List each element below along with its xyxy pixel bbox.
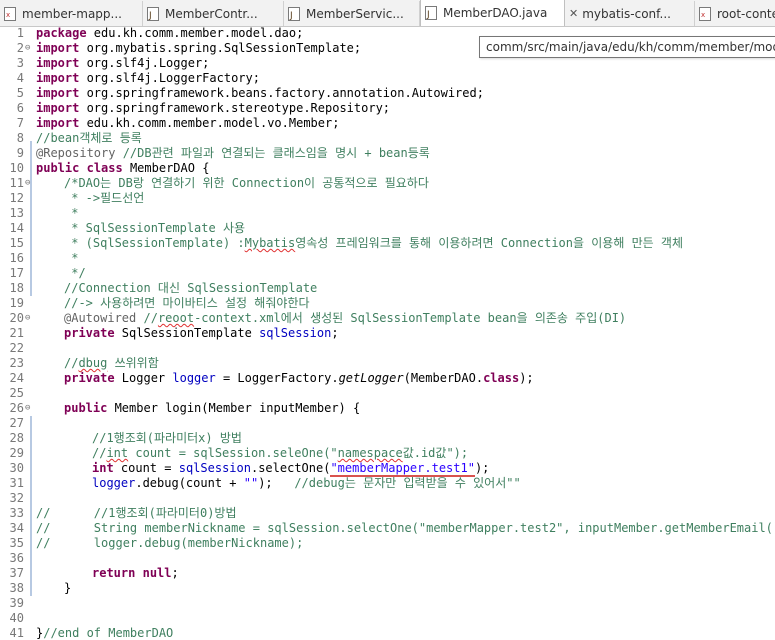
code-line: 28//1행조회(파라미터x) 방법	[9, 431, 242, 445]
svg-text:x: x	[6, 11, 10, 19]
code-line: 36	[9, 551, 24, 565]
code-line: 6 import org.springframework.stereotype.R…	[16, 101, 391, 115]
svg-text:x: x	[701, 11, 705, 19]
code-line: 13 *	[9, 206, 79, 220]
fold-collapse-icon[interactable]: ⊖	[25, 41, 30, 56]
code-line: 39	[9, 596, 24, 610]
code-line: 8//bean객체로 등록	[16, 131, 142, 145]
tab-member-controller[interactable]: J MemberContr...	[143, 1, 284, 26]
fold-collapse-icon[interactable]: ⊖	[25, 176, 30, 191]
xml-file-icon: x	[699, 6, 711, 21]
code-line: 19//-> 사용하려면 마이바티스 설정 해줘야한다	[9, 296, 310, 310]
fold-collapse-icon[interactable]: ⊖	[25, 311, 30, 326]
code-line: 41}//end of MemberDAO	[9, 626, 174, 640]
code-line: 17 */	[9, 266, 86, 280]
java-file-icon: J	[147, 6, 159, 21]
tab-mybatis-config[interactable]: ✕ mybatis-conf...	[565, 1, 695, 26]
tab-label: MemberContr...	[165, 6, 258, 21]
tab-label: root-context...	[717, 6, 775, 21]
code-line: 29//int count = sqlSession.seleOne("name…	[9, 446, 469, 460]
code-line: 24 private Logger logger = LoggerFactory.…	[9, 371, 534, 385]
file-path-tooltip: comm/src/main/java/edu/kh/comm/member/mo…	[479, 36, 775, 58]
tab-member-dao[interactable]: J MemberDAO.java	[420, 0, 565, 26]
code-line: 12 * ->필드선언	[9, 191, 145, 205]
code-line: 33// //1행조회(파라미터0)방법	[9, 506, 237, 520]
code-line: 4 import org.slf4j.LoggerFactory;	[16, 71, 260, 85]
code-line: 38}	[9, 581, 72, 595]
tab-member-service[interactable]: J MemberServic...	[284, 1, 420, 26]
code-line: 27	[9, 416, 24, 430]
tab-member-mapper[interactable]: x member-mapp...	[0, 1, 143, 26]
code-line: 7 import edu.kh.comm.member.model.vo.Memb…	[16, 116, 340, 130]
java-file-icon: J	[425, 6, 437, 20]
code-line: 26 ⊖ public Member login(Member inputMembe…	[9, 401, 361, 416]
code-line: 35// logger.debug(memberNickname);	[9, 536, 304, 550]
svg-text:J: J	[426, 10, 430, 20]
code-line: 31 logger.debug(count + ""); //debug는 문자만…	[9, 476, 521, 490]
code-line: 18//Connection 대신 SqlSessionTemplate	[9, 281, 318, 295]
tab-root-context[interactable]: x root-context...	[695, 1, 775, 26]
code-line: 15 * (SqlSessionTemplate) :Mybatis영속성 프레…	[9, 236, 683, 250]
fold-collapse-icon[interactable]: ⊖	[25, 401, 30, 416]
code-line: 22	[9, 341, 24, 355]
code-line: 37 return null;	[9, 566, 179, 580]
code-line: 23//dbug 쓰위위함	[9, 356, 159, 370]
code-line: 5 import org.springframework.beans.factor…	[16, 86, 484, 100]
tab-label: mybatis-conf...	[582, 6, 671, 21]
code-line: 3 import org.slf4j.Logger;	[16, 56, 210, 70]
tab-label: member-mapp...	[22, 6, 122, 21]
code-line: 20 ⊖ @Autowired //reoot-context.xml에서 생성된 …	[9, 311, 627, 326]
eclipse-editor-window: x member-mapp... J MemberContr... J Memb…	[0, 0, 775, 640]
code-line: 21 private SqlSessionTemplate sqlSession;	[9, 326, 339, 340]
code-line: 32	[9, 491, 24, 505]
svg-text:J: J	[289, 11, 293, 21]
code-line: 30 int count = sqlSession.selectOne("memb…	[9, 461, 490, 477]
code-line: 14 * SqlSessionTemplate 사용	[9, 221, 246, 235]
tab-label: MemberServic...	[306, 6, 404, 21]
code-line: 11 ⊖/*DAO는 DB랑 연결하기 위한 Connection이 공통적으로 …	[9, 176, 429, 191]
svg-text:J: J	[148, 11, 152, 21]
code-line: 16 *	[9, 251, 79, 265]
code-line: 25	[9, 386, 24, 400]
editor-tab-bar: x member-mapp... J MemberContr... J Memb…	[0, 0, 775, 27]
code-editor[interactable]: 1 package edu.kh.comm.member.model.dao; 2…	[0, 26, 775, 640]
java-file-icon: J	[288, 6, 300, 21]
code-line: 40	[9, 611, 24, 625]
code-line: 10 public class MemberDAO {	[9, 161, 210, 175]
close-icon[interactable]: ✕	[569, 7, 578, 20]
code-line: 34// String memberNickname = sqlSession.…	[9, 521, 775, 535]
tab-label: MemberDAO.java	[443, 6, 548, 20]
xml-file-icon: x	[4, 6, 16, 21]
code-line: 9 @Repository //DB관련 파일과 연결되는 클래스임을 명시 + …	[16, 146, 430, 160]
